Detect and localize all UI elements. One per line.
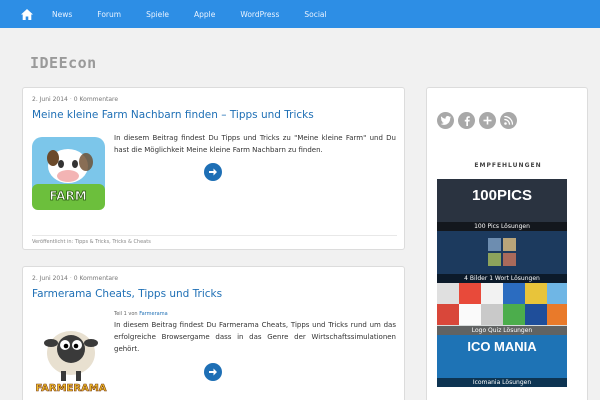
post-comments-link[interactable]: 0 Kommentare [74, 96, 118, 103]
twitter-icon[interactable] [437, 112, 454, 129]
thumbnail-logo-text: FARM [49, 189, 86, 203]
top-navigation: News Forum Spiele Apple WordPress Social [0, 0, 600, 28]
post-thumbnail[interactable]: FARM [31, 136, 106, 211]
post-excerpt: In diesem Beitrag findest Du Tipps und T… [114, 134, 396, 154]
banner-label: 100 Pics Lösungen [437, 222, 567, 231]
arrow-right-icon [209, 168, 217, 176]
sidebar-heading: EMPFEHLUNGEN [474, 162, 542, 169]
social-links [437, 112, 521, 129]
banner-icomania[interactable]: ICO MANIA Icomania Lösungen [437, 335, 567, 387]
rss-icon[interactable] [500, 112, 517, 129]
nav-item-spiele[interactable]: Spiele [146, 10, 169, 19]
post-meta: 2. Juni 2014 · 0 Kommentare [32, 275, 119, 282]
nav-item-apple[interactable]: Apple [194, 10, 215, 19]
home-icon[interactable] [20, 7, 34, 21]
nav-item-forum[interactable]: Forum [97, 10, 121, 19]
post-categories: Veröffentlicht in: Tipps & Tricks, Trick… [32, 235, 397, 245]
post-date: 2. Juni 2014 [32, 275, 68, 282]
logo-collage-icon [437, 283, 567, 325]
post-title[interactable]: Meine kleine Farm Nachbarn finden – Tipp… [32, 109, 314, 121]
google-plus-icon[interactable] [479, 112, 496, 129]
caption-link[interactable]: Farmerama [139, 311, 167, 317]
read-more-button[interactable] [204, 363, 222, 381]
banner-label: 4 Bilder 1 Wort Lösungen [437, 274, 567, 283]
site-logo[interactable]: IDEEcon [30, 54, 97, 72]
arrow-right-icon [209, 368, 217, 376]
nav-item-social[interactable]: Social [304, 10, 326, 19]
banner-label: Logo Quiz Lösungen [437, 326, 567, 335]
banner-label: Icomania Lösungen [437, 378, 567, 387]
post-card: 2. Juni 2014 · 0 Kommentare Meine kleine F… [22, 87, 405, 250]
banner-title: ICO MANIA [467, 339, 537, 354]
post-meta: 2. Juni 2014 · 0 Kommentare [32, 96, 119, 103]
post-title[interactable]: Farmerama Cheats, Tipps und Tricks [32, 288, 222, 300]
sidebar: EMPFEHLUNGEN 100PICS 100 Pics Lösungen 4… [426, 87, 588, 400]
banner-100pics[interactable]: 100PICS 100 Pics Lösungen [437, 179, 567, 231]
post-excerpt: In diesem Beitrag findest Du Farmerama C… [114, 321, 396, 353]
read-more-button[interactable] [204, 163, 222, 181]
post-card: 2. Juni 2014 · 0 Kommentare Farmerama Chea… [22, 266, 405, 400]
nav-item-wordpress[interactable]: WordPress [240, 10, 279, 19]
image-caption: Teil 1 von Farmerama [114, 311, 168, 317]
post-thumbnail[interactable]: FARMERAMA [31, 313, 111, 400]
facebook-icon[interactable] [458, 112, 475, 129]
post-comments-link[interactable]: 0 Kommentare [74, 275, 118, 282]
banner-4bilder[interactable]: 4 Bilder 1 Wort Lösungen [437, 231, 567, 283]
post-date: 2. Juni 2014 [32, 96, 68, 103]
grid-icon [488, 238, 516, 266]
banner-title: 100PICS [471, 187, 533, 204]
nav-item-news[interactable]: News [52, 10, 72, 19]
thumbnail-logo-text: FARMERAMA [35, 383, 106, 394]
banner-logoquiz[interactable]: Logo Quiz Lösungen [437, 283, 567, 335]
